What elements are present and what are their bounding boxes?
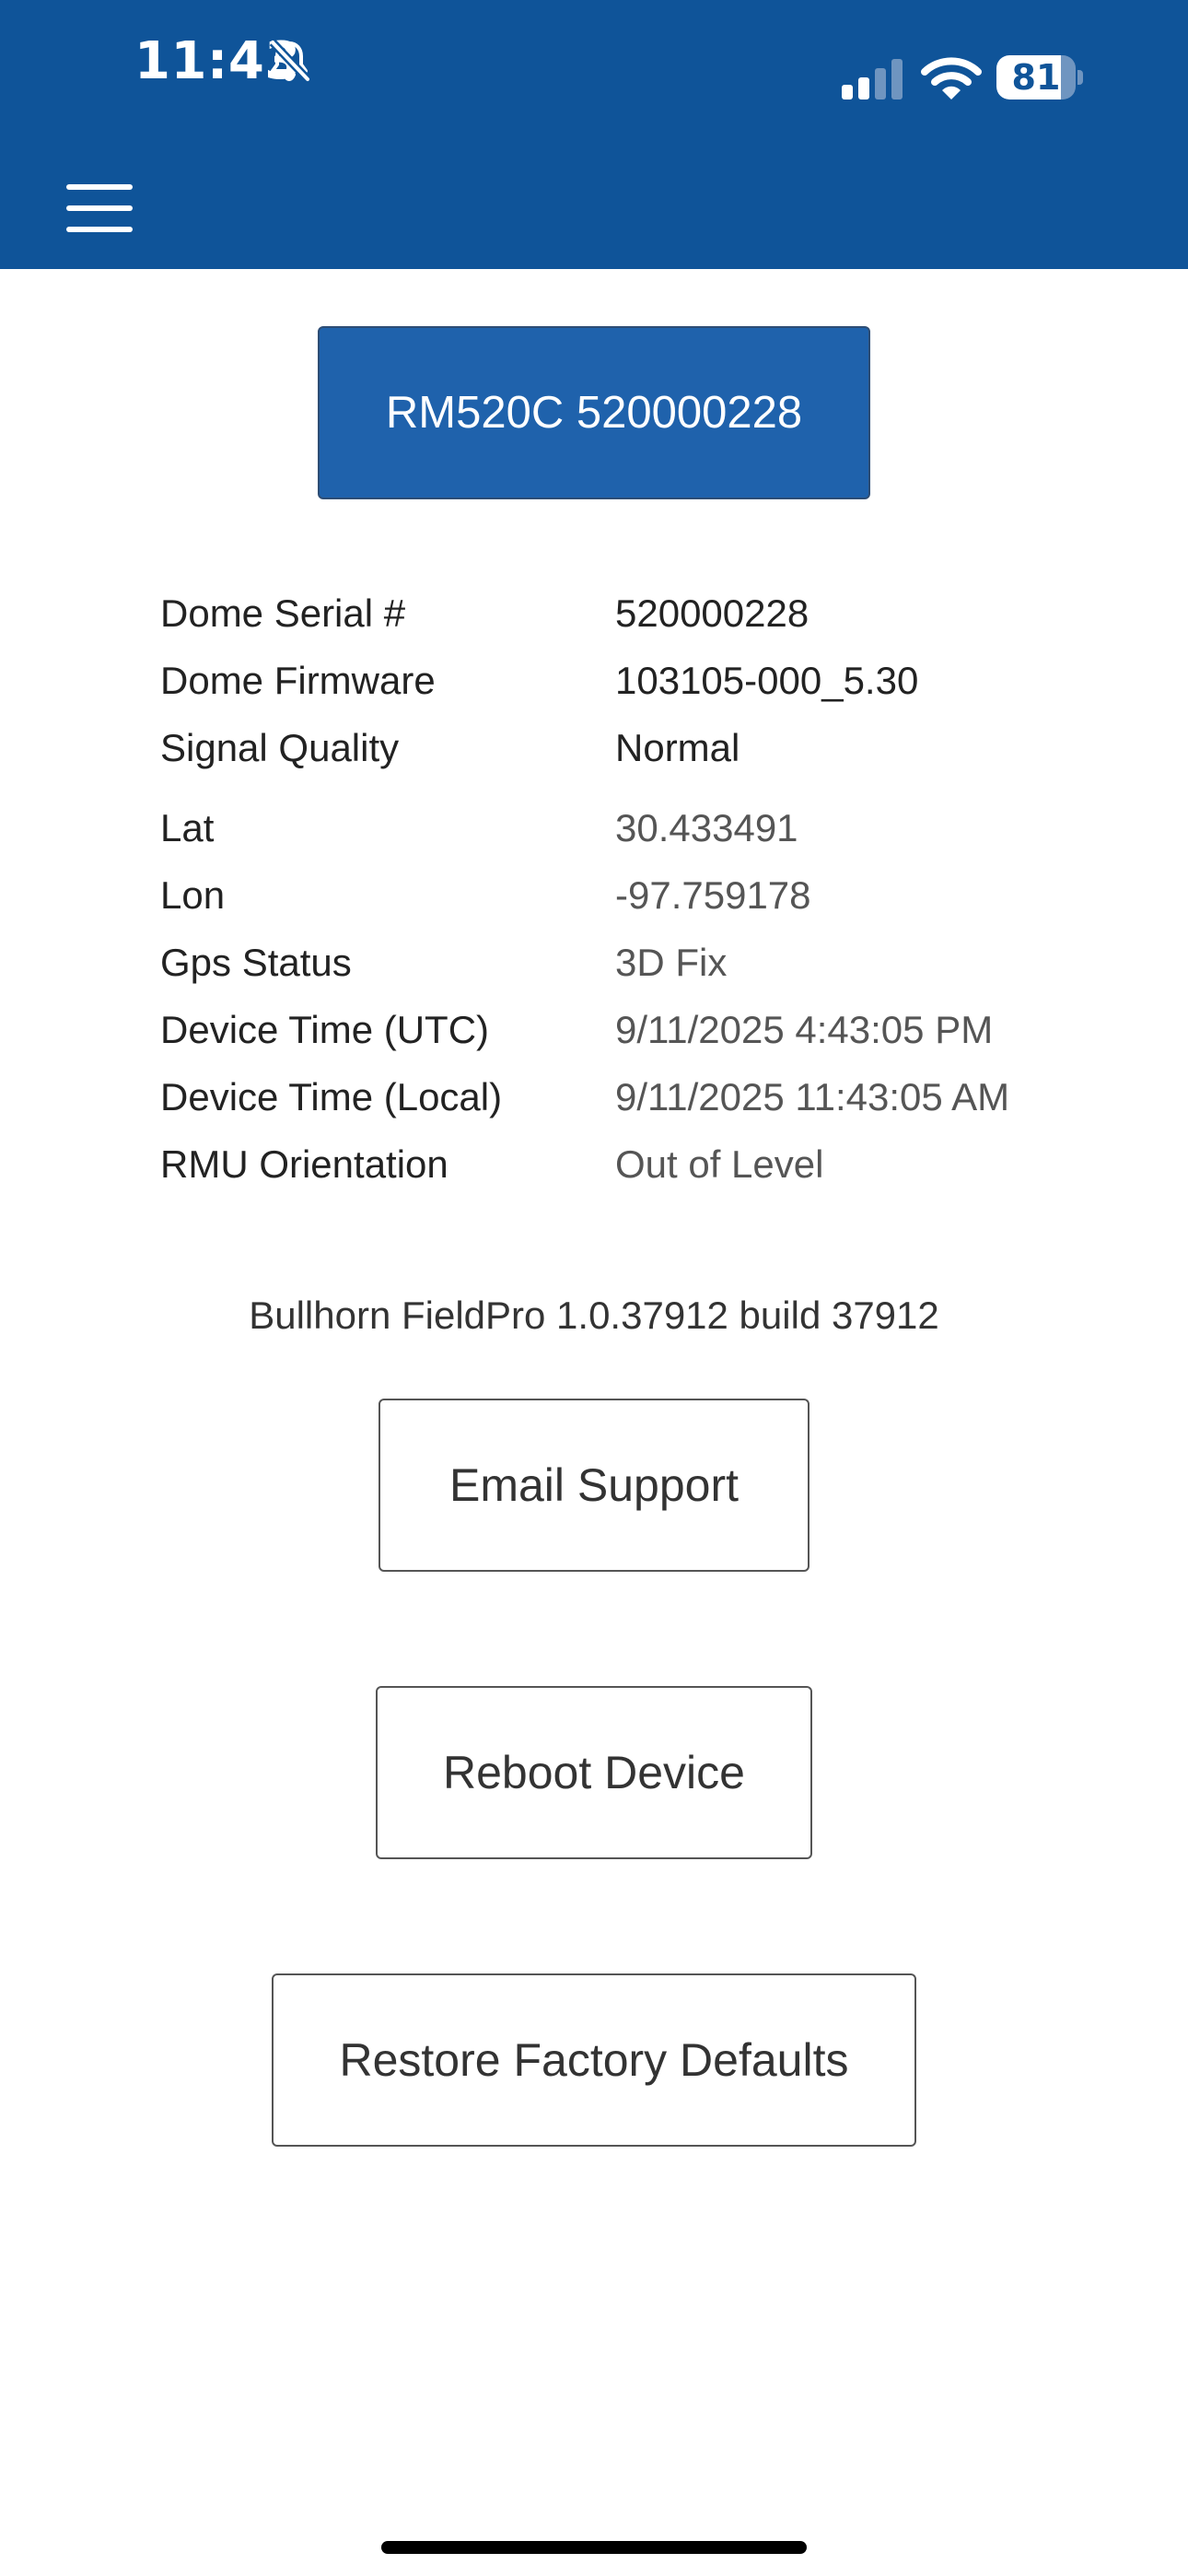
info-value: 520000228: [615, 591, 809, 635]
info-label: Lon: [160, 873, 226, 917]
reboot-device-button[interactable]: Reboot Device: [376, 1686, 812, 1859]
info-row-rmu-orientation: RMU Orientation Out of Level: [160, 1137, 1081, 1192]
info-label: Device Time (Local): [160, 1075, 503, 1118]
info-value: 30.433491: [615, 806, 798, 849]
app-header: 11:43 81: [0, 0, 1188, 269]
info-label: Signal Quality: [160, 726, 400, 769]
info-label: Device Time (UTC): [160, 1008, 490, 1051]
home-indicator[interactable]: [381, 2541, 807, 2554]
info-label: RMU Orientation: [160, 1142, 448, 1186]
info-row-device-time-utc: Device Time (UTC) 9/11/2025 4:43:05 PM: [160, 1002, 1081, 1058]
hamburger-menu-icon[interactable]: [66, 184, 133, 232]
app-version-text: Bullhorn FieldPro 1.0.37912 build 37912: [249, 1294, 939, 1337]
battery-level: 81: [1011, 57, 1061, 98]
info-value: 3D Fix: [615, 941, 728, 984]
info-row-device-time-local: Device Time (Local) 9/11/2025 11:43:05 A…: [160, 1070, 1081, 1125]
info-value: 9/11/2025 11:43:05 AM: [615, 1075, 1010, 1118]
bell-slash-icon: [269, 39, 311, 83]
info-label: Dome Serial #: [160, 591, 406, 635]
info-row-gps-status: Gps Status 3D Fix: [160, 935, 1081, 990]
info-value: Normal: [615, 726, 740, 769]
device-select-button[interactable]: RM520C 520000228: [318, 326, 870, 499]
wifi-icon: [921, 57, 982, 100]
info-value: -97.759178: [615, 873, 811, 917]
info-value: 103105-000_5.30: [615, 659, 919, 702]
info-value: 9/11/2025 4:43:05 PM: [615, 1008, 994, 1051]
info-value: Out of Level: [615, 1142, 824, 1186]
info-row-signal-quality: Signal Quality Normal: [160, 720, 1081, 776]
info-row-dome-serial: Dome Serial # 520000228: [160, 586, 1081, 641]
info-label: Lat: [160, 806, 215, 849]
cellular-signal-icon: [842, 59, 903, 100]
info-label: Gps Status: [160, 941, 352, 984]
email-support-button[interactable]: Email Support: [379, 1399, 809, 1572]
battery-icon: 81: [996, 55, 1083, 101]
restore-factory-defaults-button[interactable]: Restore Factory Defaults: [272, 1973, 916, 2147]
info-row-lon: Lon -97.759178: [160, 868, 1081, 923]
info-label: Dome Firmware: [160, 659, 436, 702]
info-row-dome-firmware: Dome Firmware 103105-000_5.30: [160, 653, 1081, 708]
info-row-lat: Lat 30.433491: [160, 801, 1081, 856]
